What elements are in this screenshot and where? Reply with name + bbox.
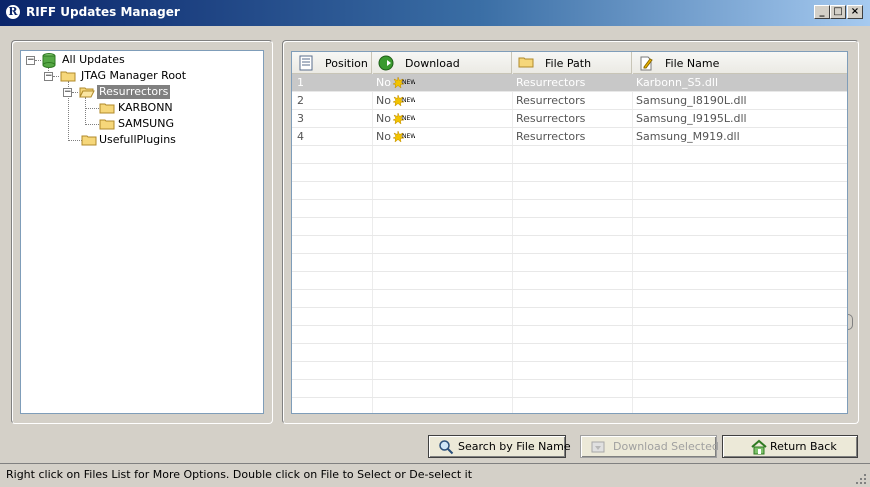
tree-item-all-updates[interactable]: − All Updates [21, 52, 261, 68]
empty-row [292, 164, 847, 182]
title-bar[interactable]: R RIFF Updates Manager _ □ × [0, 0, 870, 26]
file-edit-icon [640, 56, 653, 71]
button-label: Search by File Name [458, 440, 571, 453]
empty-row [292, 182, 847, 200]
window-title: RIFF Updates Manager [26, 5, 180, 19]
cell-download: No [376, 130, 391, 143]
column-label: File Name [665, 57, 720, 70]
download-selected-button[interactable]: Download Selected [580, 435, 719, 458]
cell-file-name: Karbonn_S5.dll [636, 76, 719, 89]
tree-label: JTAG Manager Root [81, 69, 187, 82]
table-row[interactable]: 3 No NEW Resurrectors Samsung_I9195L.dll [292, 110, 847, 128]
empty-row [292, 290, 847, 308]
empty-row [292, 236, 847, 254]
empty-row [292, 380, 847, 398]
column-header-position[interactable]: Position [292, 52, 372, 73]
cell-position: 1 [297, 76, 304, 89]
list-icon [299, 55, 313, 71]
minimize-button[interactable]: _ [814, 5, 830, 19]
tree-label: UsefullPlugins [99, 133, 176, 146]
close-button[interactable]: × [847, 5, 863, 19]
download-icon [591, 441, 605, 453]
empty-row [292, 362, 847, 380]
tree-label: KARBONN [118, 101, 173, 114]
tree-item-resurrectors[interactable]: − Resurrectors [21, 84, 261, 100]
empty-row [292, 218, 847, 236]
cell-file-path: Resurrectors [516, 94, 586, 107]
folder-icon [99, 119, 115, 130]
cell-position: 4 [297, 130, 304, 143]
collapse-icon[interactable]: − [26, 56, 35, 65]
new-badge-icon: NEW [393, 113, 415, 125]
download-arrow-icon [378, 55, 394, 71]
column-header-download[interactable]: Download [372, 52, 512, 73]
tree-label: Resurrectors [97, 85, 171, 99]
new-badge-icon: NEW [393, 95, 415, 107]
column-header-file-path[interactable]: File Path [512, 52, 632, 73]
cell-download: No [376, 112, 391, 125]
resize-grip-icon[interactable] [853, 471, 867, 485]
empty-row [292, 200, 847, 218]
tree-item-karbonn[interactable]: KARBONN [21, 100, 261, 116]
table-row[interactable]: 1 No NEW Resurrectors Karbonn_S5.dll [292, 74, 847, 92]
tree-label: SAMSUNG [118, 117, 174, 130]
new-badge-icon: NEW [393, 77, 415, 89]
column-label: Download [405, 57, 460, 70]
tree-item-samsung[interactable]: SAMSUNG [21, 116, 261, 132]
tree-label: All Updates [62, 53, 125, 66]
table-row[interactable]: 4 No NEW Resurrectors Samsung_M919.dll [292, 128, 847, 146]
empty-row [292, 308, 847, 326]
empty-row [292, 344, 847, 362]
empty-row [292, 254, 847, 272]
cell-file-name: Samsung_I9195L.dll [636, 112, 747, 125]
new-badge-icon: NEW [393, 131, 415, 143]
app-icon: R [5, 4, 21, 20]
column-label: Position [325, 57, 368, 70]
splitter-handle[interactable] [848, 314, 853, 330]
empty-row [292, 272, 847, 290]
collapse-icon[interactable]: − [63, 88, 72, 97]
button-label: Download Selected [613, 440, 719, 453]
folder-icon [99, 103, 115, 114]
status-bar: Right click on Files List for More Optio… [0, 463, 870, 487]
files-grid[interactable]: Position Download File Path File Name 1 N… [291, 51, 848, 414]
table-row[interactable]: 2 No NEW Resurrectors Samsung_I8190L.dll [292, 92, 847, 110]
tree-item-jtag-root[interactable]: − JTAG Manager Root [21, 68, 261, 84]
open-folder-icon [79, 87, 95, 98]
folder-icon [518, 57, 534, 68]
return-back-button[interactable]: Return Back [722, 435, 858, 458]
svg-text:NEW: NEW [402, 79, 415, 86]
svg-text:NEW: NEW [402, 97, 415, 104]
home-icon [751, 439, 767, 455]
folder-icon [81, 135, 97, 146]
cell-file-name: Samsung_M919.dll [636, 130, 740, 143]
search-by-file-name-button[interactable]: Search by File Name [428, 435, 571, 458]
cell-file-path: Resurrectors [516, 112, 586, 125]
cell-download: No [376, 76, 391, 89]
collapse-icon[interactable]: − [44, 72, 53, 81]
empty-row [292, 398, 847, 413]
cell-position: 2 [297, 94, 304, 107]
grid-header: Position Download File Path File Name [292, 52, 847, 74]
cell-file-name: Samsung_I8190L.dll [636, 94, 747, 107]
cell-file-path: Resurrectors [516, 130, 586, 143]
updates-tree[interactable]: − All Updates − JTAG Manager Root − Resu… [20, 50, 264, 414]
column-label: File Path [545, 57, 592, 70]
button-label: Return Back [770, 440, 837, 453]
empty-row [292, 326, 847, 344]
tree-item-usefull-plugins[interactable]: UsefullPlugins [21, 132, 261, 148]
svg-text:NEW: NEW [402, 115, 415, 122]
cell-position: 3 [297, 112, 304, 125]
status-text: Right click on Files List for More Optio… [6, 468, 473, 481]
column-header-file-name[interactable]: File Name [632, 52, 847, 73]
database-icon [42, 53, 56, 68]
cell-file-path: Resurrectors [516, 76, 586, 89]
svg-text:NEW: NEW [402, 133, 415, 140]
search-icon [439, 440, 454, 455]
maximize-button[interactable]: □ [830, 5, 846, 19]
cell-download: No [376, 94, 391, 107]
empty-row [292, 146, 847, 164]
folder-icon [60, 71, 76, 82]
